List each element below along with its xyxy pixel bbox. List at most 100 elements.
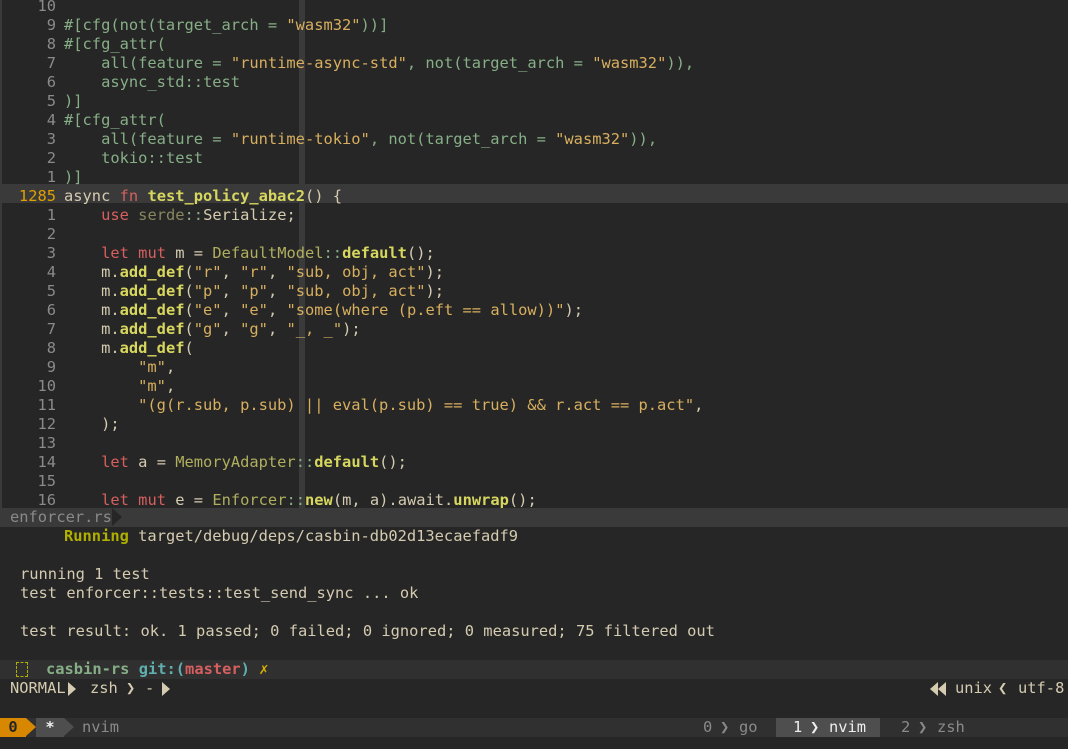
tmux-window-name[interactable]: nvim	[829, 718, 866, 737]
code-text: #[cfg_attr(	[64, 35, 166, 53]
code-text: #[cfg(not(target_arch = "wasm32"))]	[64, 16, 389, 34]
separator-right-icon	[162, 679, 170, 698]
prompt-dirty-mark: ✗	[259, 660, 269, 678]
prompt-paren-open: (	[175, 660, 186, 678]
file-encoding: utf-8	[1018, 679, 1065, 697]
code-line[interactable]: 12 );	[0, 415, 1068, 434]
code-line[interactable]: 4 #[cfg_attr(	[0, 111, 1068, 130]
prompt-paren-close: )	[240, 660, 250, 678]
line-number: 9	[46, 358, 56, 376]
code-line[interactable]: 9 "m",	[0, 358, 1068, 377]
tmux-session[interactable]: 0	[0, 718, 26, 737]
shell-prompt[interactable]: casbin-rs git:(master) ✗	[0, 660, 1068, 679]
code-text: all(feature = "runtime-async-std", not(t…	[101, 54, 695, 72]
code-text: async_std::test	[101, 73, 241, 91]
code-line[interactable]: 11 "(g(r.sub, p.sub) || eval(p.sub) == t…	[0, 396, 1068, 415]
code-text: m.add_def("p", "p", "sub, obj, act");	[64, 282, 445, 300]
code-line[interactable]: 9 #[cfg(not(target_arch = "wasm32"))]	[0, 16, 1068, 35]
line-number: 12	[37, 415, 56, 433]
running-path: target/debug/deps/casbin-db02d13ecaefadf…	[138, 527, 519, 545]
code-line[interactable]: 16 let mut e = Enforcer::new(m, a).await…	[0, 491, 1068, 508]
code-text: m.add_def("g", "g", "_, _");	[64, 320, 361, 338]
prompt-dir: casbin-rs	[46, 660, 130, 678]
terminal-line: test result: ok. 1 passed; 0 failed; 0 i…	[20, 622, 715, 640]
line-number: 7	[46, 320, 56, 338]
code-line[interactable]: 3 let mut m = DefaultModel::default();	[0, 244, 1068, 263]
terminal-pane[interactable]: Running target/debug/deps/casbin-db02d13…	[0, 527, 1068, 661]
tmux-current-flag: *	[36, 718, 64, 737]
tmux-window-idx[interactable]: 1	[793, 718, 802, 737]
line-number: 1	[46, 206, 56, 224]
code-line[interactable]: 7 all(feature = "runtime-async-std", not…	[0, 54, 1068, 73]
powerline-separator-icon	[26, 718, 36, 736]
running-label: Running	[64, 527, 129, 545]
code-line[interactable]: 14 let a = MemoryAdapter::default();	[0, 453, 1068, 472]
code-line[interactable]: 10 "m",	[0, 377, 1068, 396]
code-line[interactable]: 4 m.add_def("r", "r", "sub, obj, act");	[0, 263, 1068, 282]
line-number: 11	[37, 396, 56, 414]
code-line[interactable]: 6 m.add_def("e", "e", "some(where (p.eft…	[0, 301, 1068, 320]
line-number: 3	[46, 130, 56, 148]
chevron-right-icon: ❯	[126, 679, 136, 697]
line-number: 7	[46, 54, 56, 72]
separator-right-icon	[68, 679, 76, 698]
line-number: 6	[46, 301, 56, 319]
file-format: unix	[955, 679, 993, 697]
code-line[interactable]: 6 async_std::test	[0, 73, 1068, 92]
line-number: 13	[37, 434, 56, 452]
code-line[interactable]: 10	[0, 0, 1068, 16]
code-line[interactable]: 7 m.add_def("g", "g", "_, _");	[0, 320, 1068, 339]
status-dash: -	[145, 679, 155, 697]
tmux-window-idx[interactable]: 0	[703, 718, 712, 737]
tmux-window-name[interactable]: go	[739, 718, 758, 737]
code-line[interactable]: 1 use serde::Serialize;	[0, 206, 1068, 225]
code-text: all(feature = "runtime-tokio", not(targe…	[101, 130, 658, 148]
code-text: async fn test_policy_abac2() {	[64, 187, 343, 205]
code-line[interactable]: 1285 async fn test_policy_abac2() {	[0, 187, 1068, 206]
tmux-window-name[interactable]: zsh	[937, 718, 965, 737]
code-text: #[cfg_attr(	[64, 111, 166, 129]
line-number: 15	[37, 472, 56, 490]
code-line[interactable]: 3 all(feature = "runtime-tokio", not(tar…	[0, 130, 1068, 149]
line-number: 9	[46, 16, 56, 34]
line-number: 5	[46, 92, 56, 110]
code-line[interactable]: 2	[0, 225, 1068, 244]
code-text: let mut m = DefaultModel::default();	[101, 244, 435, 262]
cursor-block-icon	[16, 662, 28, 677]
shell-name: zsh	[90, 679, 118, 697]
code-text: let a = MemoryAdapter::default();	[101, 453, 407, 471]
line-number: 4	[46, 263, 56, 281]
chevron-right-icon: ❯	[810, 718, 820, 736]
tmux-status-bar: 0 * nvim 0 ❯ go 1 ❯ nvim 2 ❯ zsh	[0, 718, 1068, 737]
line-number: 8	[46, 35, 56, 53]
terminal-running-line: Running target/debug/deps/casbin-db02d13…	[64, 527, 518, 546]
line-number: 2	[46, 225, 56, 243]
code-text: "m",	[138, 358, 176, 376]
command-line[interactable]	[0, 698, 1068, 718]
line-number: 4	[46, 111, 56, 129]
line-number: 14	[37, 453, 56, 471]
editor-pane[interactable]: 10 9 #[cfg(not(target_arch = "wasm32"))] 8 #…	[0, 0, 1068, 508]
terminal-line: running 1 test	[20, 565, 150, 583]
code-line[interactable]: 2 tokio::test	[0, 149, 1068, 168]
separator-left-icon	[930, 679, 946, 698]
code-text: m.add_def("r", "r", "sub, obj, act");	[64, 263, 445, 281]
line-number: 1285	[18, 187, 56, 205]
code-line[interactable]: 15	[0, 472, 1068, 491]
code-line[interactable]: 5)]	[0, 92, 1068, 111]
prompt-git: git:	[138, 660, 176, 678]
file-name-bar: enforcer.rs	[0, 508, 1068, 527]
code-line[interactable]: 13	[0, 434, 1068, 453]
tmux-window-idx[interactable]: 2	[901, 718, 910, 737]
code-line[interactable]: 1)]	[0, 168, 1068, 187]
prompt-branch: master	[185, 660, 241, 678]
line-number: 8	[46, 339, 56, 357]
code-text: "m",	[138, 377, 176, 395]
code-line[interactable]: 8 m.add_def(	[0, 339, 1068, 358]
code-text: );	[64, 415, 120, 433]
chevron-right-icon: ❯	[918, 718, 928, 736]
code-line[interactable]: 5 m.add_def("p", "p", "sub, obj, act");	[0, 282, 1068, 301]
line-number: 2	[46, 149, 56, 167]
code-line[interactable]: 8 #[cfg_attr(	[0, 35, 1068, 54]
code-text: "(g(r.sub, p.sub) || eval(p.sub) == true…	[138, 396, 704, 414]
